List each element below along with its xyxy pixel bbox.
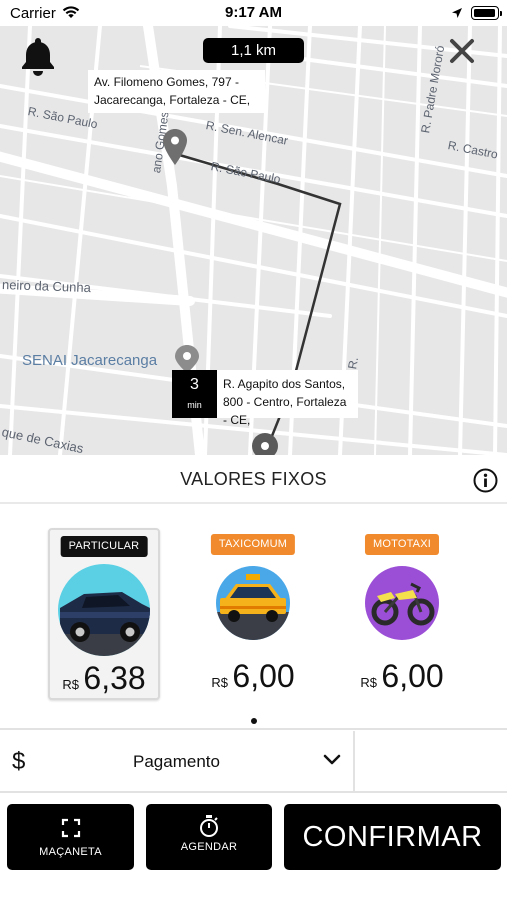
current-location-pin-icon (251, 432, 279, 455)
handle-button-label: MAÇANETA (39, 846, 102, 858)
confirm-button[interactable]: CONFIRMAR (284, 804, 501, 870)
bell-icon[interactable] (20, 36, 56, 81)
currency-symbol: R$ (62, 677, 79, 692)
street-label: neiro da Cunha (1, 277, 92, 296)
eta-value: 3 (190, 376, 199, 393)
option-badge: MOTOTAXI (364, 534, 440, 555)
confirm-button-label: CONFIRMAR (302, 821, 483, 853)
schedule-button-label: AGENDAR (180, 841, 238, 853)
status-bar: Carrier 9:17 AM (0, 0, 507, 26)
car-icon (58, 564, 150, 656)
schedule-button[interactable]: AGENDAR (146, 804, 272, 870)
chevron-down-icon (323, 753, 341, 771)
option-badge: TAXICOMUM (210, 534, 296, 555)
payment-extra-field[interactable] (357, 731, 507, 793)
currency-symbol: R$ (211, 675, 228, 690)
location-arrow-icon (451, 6, 463, 24)
motorcycle-icon (365, 566, 439, 640)
handle-button[interactable]: MAÇANETA (7, 804, 134, 870)
price-value: 6,00 (381, 658, 444, 694)
option-price: R$ 6,00 (346, 658, 458, 695)
payment-label: Pagamento (133, 752, 220, 771)
info-icon[interactable] (473, 468, 498, 498)
currency-symbol: R$ (360, 675, 377, 690)
option-price: R$ 6,00 (197, 658, 309, 695)
origin-address-label: Av. Filomeno Gomes, 797 - Jacarecanga, F… (88, 70, 265, 113)
expand-icon (61, 818, 81, 843)
taxi-icon (216, 566, 290, 640)
poi-label: SENAI Jacarecanga (22, 352, 158, 369)
price-value: 6,00 (232, 658, 295, 694)
distance-badge: 1,1 km (203, 38, 304, 63)
app-screen: Carrier 9:17 AM R. São Paulo R. São Paul… (0, 0, 507, 900)
option-mototaxi[interactable]: MOTOTAXI R$ 6,00 (346, 528, 458, 700)
option-badge: PARTICULAR (60, 536, 148, 557)
payment-row: $ Pagamento (0, 731, 507, 793)
option-price: R$ 6,38 (50, 660, 158, 697)
eta-badge: 3 min (172, 370, 217, 418)
price-value: 6,38 (83, 660, 146, 696)
battery-icon (471, 6, 502, 20)
street-label: R. (345, 355, 361, 371)
page-dot (250, 718, 257, 724)
fixed-values-header: VALORES FIXOS (0, 455, 507, 504)
destination-address-label: R. Agapito dos Santos, 800 - Centro, For… (217, 370, 358, 427)
origin-pin-icon (162, 128, 188, 171)
payment-select[interactable]: $ Pagamento (0, 731, 355, 793)
fixed-values-title: VALORES FIXOS (180, 469, 327, 489)
route-map[interactable]: R. São Paulo R. São Paulo R. Sen. Alenca… (0, 26, 507, 455)
page-indicator (0, 711, 507, 729)
option-particular[interactable]: PARTICULAR R$ 6,38 (48, 528, 160, 700)
clock: 9:17 AM (225, 4, 282, 21)
stopwatch-icon (198, 814, 220, 843)
option-taxicomum[interactable]: TAXICOMUM R$ 6,00 (197, 528, 309, 700)
ride-options: PARTICULAR R$ 6,38 TAXICOMUM R$ 6,00 MOT… (0, 504, 507, 730)
close-icon[interactable] (449, 38, 475, 69)
eta-unit: min (187, 400, 202, 410)
